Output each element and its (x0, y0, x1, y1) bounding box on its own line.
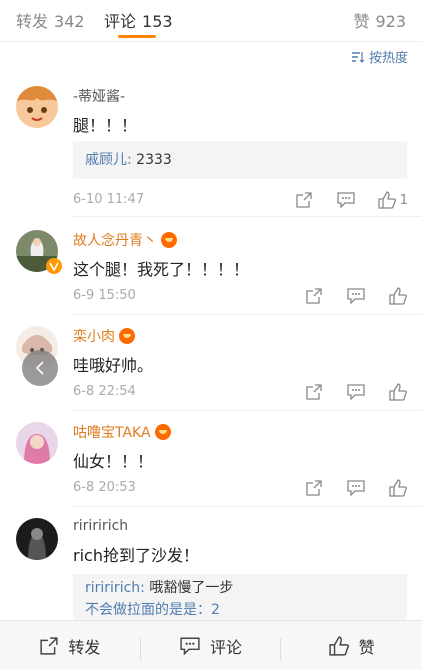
tab-repost-label: 转发 (16, 12, 49, 31)
active-tab-indicator (118, 35, 156, 38)
reply-author[interactable]: ririririch: (85, 580, 145, 596)
comment-text: 这个腿！我死了！！！！ (73, 260, 250, 279)
share-icon[interactable] (304, 382, 324, 402)
comment-icon (180, 637, 200, 655)
comment-label: 评论 (210, 637, 243, 657)
thumbs-up-icon (389, 287, 407, 305)
tab-likes-count: 923 (375, 12, 406, 31)
tab-comments-label: 评论 (104, 12, 137, 31)
share-icon[interactable] (304, 286, 324, 306)
repost-button[interactable]: 转发 (0, 634, 141, 660)
tab-likes-label: 赞 (353, 12, 370, 31)
share-icon[interactable] (304, 478, 324, 498)
avatar[interactable] (16, 422, 58, 464)
comment-actions (304, 478, 408, 498)
tab-repost-count: 342 (54, 12, 85, 31)
vip-emoji-icon (154, 424, 171, 440)
comment-button[interactable]: 评论 (141, 634, 282, 660)
verified-badge-icon (46, 258, 62, 274)
share-icon[interactable] (294, 190, 314, 210)
reply-icon[interactable] (346, 382, 366, 402)
reply-second-line[interactable]: 不会做拉面的是是：2 (85, 599, 395, 621)
comment-actions: 1 (294, 190, 408, 210)
comment-text: rich抢到了沙发！ (73, 546, 199, 565)
like-button[interactable] (388, 286, 408, 306)
divider (73, 314, 422, 315)
tab-comments[interactable]: 评论 153 (104, 8, 173, 32)
chevron-left-icon (35, 361, 44, 375)
commenter-name-text: ririririch (73, 518, 129, 534)
comment-actions (304, 382, 408, 402)
divider (73, 216, 422, 217)
like-label: 赞 (358, 637, 375, 657)
back-button[interactable] (22, 350, 58, 386)
bottom-action-bar: 转发 评论 赞 (0, 620, 422, 670)
thumbs-up-icon (389, 383, 407, 401)
reply-text: 2333 (131, 152, 172, 168)
reply-icon[interactable] (346, 286, 366, 306)
commenter-name-text: 栾小肉 (73, 329, 115, 345)
top-tabs: 转发 342 评论 153 赞 923 (0, 0, 422, 42)
reply-author[interactable]: 戚顾儿: (85, 152, 132, 168)
reply-icon[interactable] (346, 478, 366, 498)
vip-emoji-icon (119, 328, 135, 344)
avatar[interactable] (16, 518, 58, 560)
like-post-button[interactable]: 赞 (281, 634, 422, 658)
thumbs-up-icon (329, 635, 349, 656)
reply-text: 哦豁慢了一步 (144, 580, 234, 596)
reply-icon[interactable] (336, 190, 356, 210)
tab-comments-count: 153 (142, 12, 173, 31)
divider (73, 410, 422, 411)
like-button[interactable]: 1 (378, 190, 408, 210)
commenter-name[interactable]: 咕噜宝TAKA (73, 422, 171, 442)
reply-preview[interactable]: ririririch: 哦豁慢了一步 不会做拉面的是是：2 (73, 574, 407, 620)
like-button[interactable] (388, 478, 408, 498)
commenter-name[interactable]: 故人念丹青丶 (73, 230, 177, 250)
commenter-name[interactable]: ririririch (73, 518, 128, 534)
reply-preview[interactable]: 戚顾儿: 2333 (73, 141, 407, 179)
tab-repost[interactable]: 转发 342 (16, 8, 85, 32)
like-count: 1 (399, 192, 408, 208)
vip-emoji-icon (161, 232, 177, 248)
comment-time: 6-8 22:54 (73, 384, 136, 399)
repost-icon (40, 636, 58, 655)
sort-by-hot-button[interactable]: 按热度 (351, 47, 408, 66)
avatar[interactable] (16, 86, 58, 128)
commenter-name-text: 咕噜宝TAKA (73, 425, 151, 441)
thumbs-up-icon (389, 479, 407, 497)
comment-text: 哇哦好帅。 (73, 356, 154, 375)
comment-time: 6-9 15:50 (73, 288, 136, 303)
commenter-name-text: 故人念丹青丶 (73, 233, 157, 249)
comment-text: 仙女！！！ (73, 452, 154, 471)
commenter-name[interactable]: -蒂娅酱- (73, 86, 125, 106)
sort-label: 按热度 (368, 51, 408, 66)
comment-actions (304, 286, 408, 306)
like-button[interactable] (388, 382, 408, 402)
comment-time: 6-10 11:47 (73, 192, 145, 207)
divider (73, 506, 422, 507)
comment-text: 腿！！！ (73, 116, 138, 135)
repost-label: 转发 (68, 637, 101, 657)
tab-likes[interactable]: 赞 923 (353, 8, 406, 32)
comment-time: 6-8 20:53 (73, 480, 136, 495)
commenter-name-text: -蒂娅酱- (73, 89, 126, 105)
commenter-name[interactable]: 栾小肉 (73, 326, 135, 346)
sort-icon (351, 51, 365, 63)
thumbs-up-icon (378, 191, 396, 209)
